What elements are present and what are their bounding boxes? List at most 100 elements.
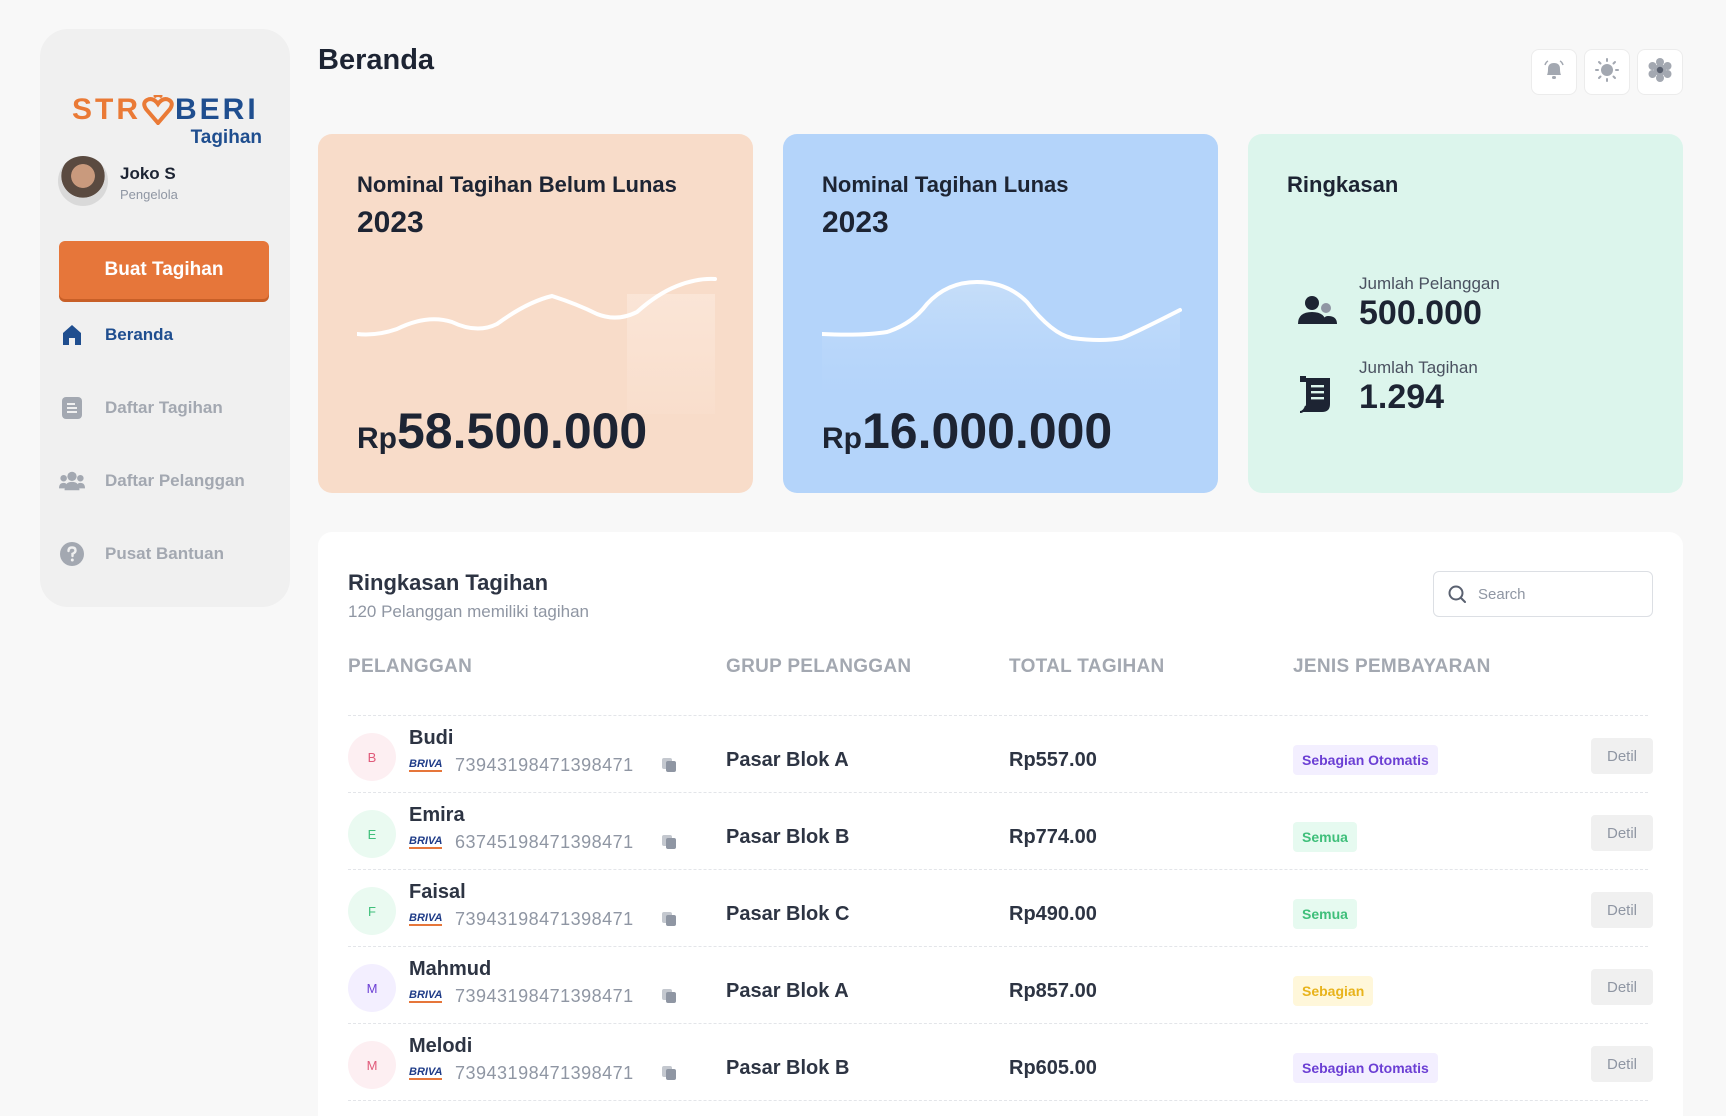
payment-type-badge: Sebagian: [1293, 976, 1374, 1006]
copy-icon[interactable]: [661, 911, 677, 927]
user-role: Pengelola: [120, 187, 178, 202]
copy-icon[interactable]: [661, 1065, 677, 1081]
sidebar-item-label: Daftar Pelanggan: [105, 471, 245, 490]
detail-button[interactable]: Detil: [1591, 892, 1653, 928]
avatar: [58, 156, 108, 206]
users-icon: [1298, 296, 1337, 324]
search-icon: [1448, 585, 1466, 603]
copy-icon[interactable]: [661, 757, 677, 773]
home-icon: [59, 322, 85, 348]
detail-button[interactable]: Detil: [1591, 1046, 1653, 1082]
detail-button[interactable]: Detil: [1591, 969, 1653, 1005]
card-title: Nominal Tagihan Belum Lunas: [357, 172, 677, 197]
sidebar-item-label: Daftar Tagihan: [105, 398, 223, 417]
unpaid-bills-card[interactable]: Nominal Tagihan Belum Lunas 2023 Rp58.50…: [318, 134, 753, 493]
strawberry-heart-icon: [142, 95, 174, 125]
payment-type-badge: Sebagian Otomatis: [1293, 745, 1438, 775]
amount-value: 16.000.000: [862, 403, 1113, 459]
paid-bills-card[interactable]: Nominal Tagihan Lunas 2023 Rp16.000.000: [783, 134, 1218, 493]
divider: [348, 715, 1648, 716]
customer-group: Pasar Blok B: [726, 1057, 850, 1079]
user-profile[interactable]: Joko S Pengelola: [58, 156, 278, 212]
detail-button[interactable]: Detil: [1591, 738, 1653, 774]
column-header-jenis[interactable]: JENIS PEMBAYARAN: [1293, 656, 1491, 678]
users-icon: [59, 468, 85, 494]
card-title: Nominal Tagihan Lunas: [822, 172, 1069, 197]
column-header-pelanggan[interactable]: PELANGGAN: [348, 656, 472, 678]
briva-logo: BRIVA: [409, 1066, 443, 1080]
table-row[interactable]: M Mahmud BRIVA 73943198471398471 Pasar B…: [348, 952, 1653, 1028]
receipt-icon: [1299, 376, 1330, 413]
virtual-account-number: 73943198471398471: [455, 755, 634, 775]
gear-icon: [1647, 57, 1673, 88]
sidebar-item-daftar-tagihan[interactable]: Daftar Tagihan: [59, 388, 274, 428]
bill-total: Rp557.00: [1009, 749, 1097, 771]
column-header-grup[interactable]: GRUP PELANGGAN: [726, 656, 911, 678]
table-row[interactable]: F Faisal BRIVA 73943198471398471 Pasar B…: [348, 875, 1653, 951]
bell-icon: [1543, 59, 1565, 86]
app-logo[interactable]: STR BERI Tagihan: [72, 57, 262, 152]
briva-logo: BRIVA: [409, 835, 443, 849]
panel-title: Ringkasan Tagihan: [348, 570, 549, 595]
amount-value: 58.500.000: [397, 403, 648, 459]
sidebar: STR BERI Tagihan Joko S Pengelola Buat Ta…: [40, 29, 290, 607]
virtual-account-number: 73943198471398471: [455, 1063, 634, 1083]
unpaid-sparkline: [357, 276, 717, 414]
copy-icon[interactable]: [661, 834, 677, 850]
copy-icon[interactable]: [661, 988, 677, 1004]
help-icon: [59, 541, 85, 567]
customer-group: Pasar Blok C: [726, 903, 850, 925]
detail-button[interactable]: Detil: [1591, 815, 1653, 851]
customer-name: Faisal: [409, 881, 466, 903]
logo-subtitle: Tagihan: [190, 127, 262, 148]
payment-type-badge: Semua: [1293, 899, 1357, 929]
customer-avatar: M: [348, 964, 396, 1012]
virtual-account-number: 73943198471398471: [455, 986, 634, 1006]
paid-amount: Rp16.000.000: [822, 402, 1112, 460]
briva-logo: BRIVA: [409, 989, 443, 1003]
bill-total: Rp605.00: [1009, 1057, 1097, 1079]
sidebar-item-label: Beranda: [105, 325, 174, 344]
card-year: 2023: [357, 206, 424, 239]
bill-count-stat: Jumlah Tagihan 1.294: [1296, 358, 1636, 428]
bill-total: Rp490.00: [1009, 903, 1097, 925]
table-row[interactable]: B Budi BRIVA 73943198471398471 Pasar Blo…: [348, 721, 1653, 797]
sidebar-item-pusat-bantuan[interactable]: Pusat Bantuan: [59, 534, 274, 574]
search-box[interactable]: [1433, 571, 1653, 617]
customer-count-stat: Jumlah Pelanggan 500.000: [1296, 274, 1636, 344]
sidebar-item-label: Pusat Bantuan: [105, 544, 225, 563]
panel-subtitle: 120 Pelanggan memiliki tagihan: [348, 602, 589, 621]
page-title: Beranda: [318, 44, 435, 76]
column-header-total[interactable]: TOTAL TAGIHAN: [1009, 656, 1165, 678]
table-row[interactable]: M Melodi BRIVA 73943198471398471 Pasar B…: [348, 1029, 1653, 1105]
notification-button[interactable]: [1531, 49, 1577, 95]
sidebar-item-daftar-pelanggan[interactable]: Daftar Pelanggan: [59, 461, 274, 501]
table-row[interactable]: E Emira BRIVA 63745198471398471 Pasar Bl…: [348, 798, 1653, 874]
customer-avatar: E: [348, 810, 396, 858]
logo-wordmark: STR BERI: [72, 93, 259, 126]
bill-total: Rp774.00: [1009, 826, 1097, 848]
briva-logo: BRIVA: [409, 912, 443, 926]
sidebar-item-beranda[interactable]: Beranda: [59, 315, 274, 355]
customer-group: Pasar Blok A: [726, 749, 849, 771]
briva-logo: BRIVA: [409, 758, 443, 772]
sun-icon: [1595, 57, 1619, 87]
create-bill-button[interactable]: Buat Tagihan: [59, 241, 269, 299]
bill-total: Rp857.00: [1009, 980, 1097, 1002]
currency-label: Rp: [822, 422, 862, 455]
customer-name: Mahmud: [409, 958, 492, 980]
theme-toggle-button[interactable]: [1584, 49, 1630, 95]
customer-name: Melodi: [409, 1035, 473, 1057]
stat-value: 500.000: [1359, 294, 1482, 332]
card-year: 2023: [822, 206, 889, 239]
divider: [348, 869, 1648, 870]
customer-avatar: M: [348, 1041, 396, 1089]
search-input[interactable]: [1478, 585, 1638, 603]
settings-button[interactable]: [1637, 49, 1683, 95]
payment-type-badge: Sebagian Otomatis: [1293, 1053, 1438, 1083]
bills-summary-panel: Ringkasan Tagihan 120 Pelanggan memiliki…: [318, 532, 1683, 1116]
stat-value: 1.294: [1359, 378, 1445, 416]
divider: [348, 792, 1648, 793]
unpaid-amount: Rp58.500.000: [357, 402, 647, 460]
paid-sparkline: [822, 279, 1182, 404]
